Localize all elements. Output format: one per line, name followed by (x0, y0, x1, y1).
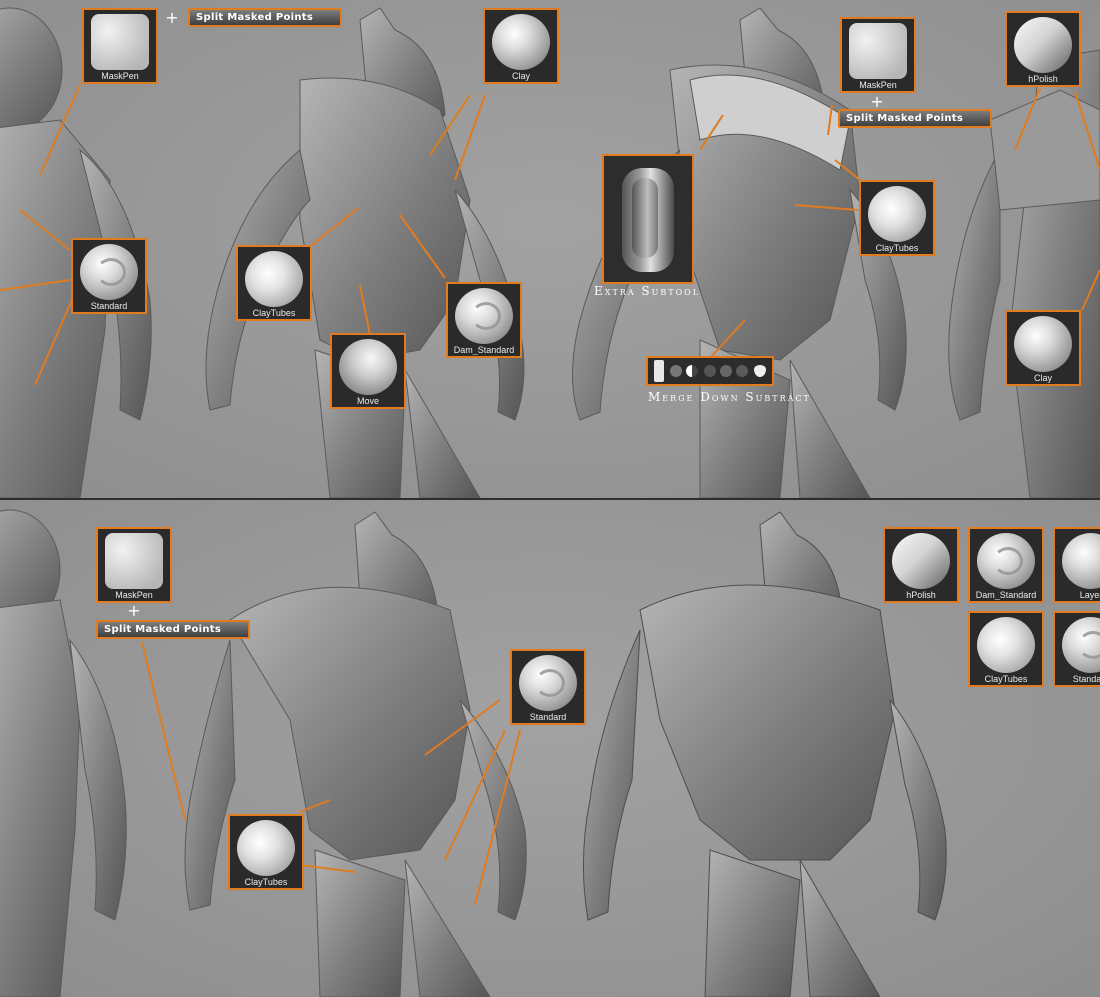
hpolish-brush-icon (1014, 17, 1072, 73)
brush-label: ClayTubes (875, 243, 919, 253)
brush-label: MaskPen (101, 71, 139, 81)
standard-brush-icon (1062, 617, 1100, 673)
subtool-swatch-icon (654, 360, 664, 382)
brush-label: Dam_Standard (453, 345, 515, 355)
plus-icon: + (870, 92, 884, 111)
brush-claytubes[interactable]: ClayTubes (236, 245, 312, 321)
brush-dam-standard[interactable]: Dam_Standard (968, 527, 1044, 603)
claytubes-brush-icon (245, 251, 303, 307)
split-masked-points-button[interactable]: Split Masked Points (96, 620, 250, 639)
maskpen-icon (91, 14, 149, 70)
brush-label: MaskPen (115, 590, 153, 600)
brush-label: ClayTubes (252, 308, 296, 318)
brush-standard[interactable]: Standard (510, 649, 586, 725)
extra-subtool-caption: Extra Subtool (594, 284, 701, 298)
brush-label: ClayTubes (984, 674, 1028, 684)
brush-standard[interactable]: Standard (71, 238, 147, 314)
brush-standard[interactable]: Standard (1053, 611, 1100, 687)
merge-down-subtract-toolbar[interactable] (646, 356, 774, 386)
brush-label: ClayTubes (244, 877, 288, 887)
brush-clay[interactable]: Clay (483, 8, 559, 84)
brush-maskpen[interactable]: MaskPen (96, 527, 172, 603)
brush-label: Clay (511, 71, 530, 81)
layer-brush-icon (1062, 533, 1100, 589)
subtract-mode-icon[interactable] (686, 365, 698, 377)
split-masked-points-button[interactable]: Split Masked Points (188, 8, 342, 27)
dam-standard-brush-icon (455, 288, 513, 344)
brush-hpolish[interactable]: hPolish (1005, 11, 1081, 87)
maskpen-icon (849, 23, 907, 79)
brush-maskpen[interactable]: MaskPen (840, 17, 916, 93)
brush-mode-icon[interactable] (736, 365, 748, 377)
hpolish-brush-icon (892, 533, 950, 589)
brush-label: MaskPen (859, 80, 897, 90)
bottom-panel: MaskPen + Split Masked Points ClayTubes … (0, 500, 1100, 997)
claytubes-brush-icon (237, 820, 295, 876)
maskpen-icon (105, 533, 163, 589)
brush-claytubes[interactable]: ClayTubes (228, 814, 304, 890)
brush-label: Standard (529, 712, 567, 722)
move-brush-icon (339, 339, 397, 395)
plus-icon: + (127, 601, 141, 620)
brush-label: Clay (1033, 373, 1052, 383)
standard-brush-icon (80, 244, 138, 300)
brush-hpolish[interactable]: hPolish (883, 527, 959, 603)
union-mode-icon[interactable] (704, 365, 716, 377)
brush-label: hPolish (906, 590, 936, 600)
claytubes-brush-icon (977, 617, 1035, 673)
brush-claytubes[interactable]: ClayTubes (859, 180, 935, 256)
visibility-eye-icon[interactable] (754, 365, 766, 377)
intersect-mode-icon[interactable] (720, 365, 732, 377)
brush-label: Dam_Standard (975, 590, 1037, 600)
clay-brush-icon (1014, 316, 1072, 372)
standard-brush-icon (519, 655, 577, 711)
brush-dam-standard[interactable]: Dam_Standard (446, 282, 522, 358)
claytubes-brush-icon (868, 186, 926, 242)
merge-down-subtract-caption: Merge Down Subtract (648, 390, 811, 404)
brush-label: Move (356, 396, 379, 406)
add-mode-icon[interactable] (670, 365, 682, 377)
brush-label: Standard (1072, 674, 1100, 684)
clay-brush-icon (492, 14, 550, 70)
brush-label: hPolish (1028, 74, 1058, 84)
brush-label: Layer (1079, 590, 1100, 600)
brush-move[interactable]: Move (330, 333, 406, 409)
brush-layer[interactable]: Layer (1053, 527, 1100, 603)
subtool-pill-icon (622, 168, 674, 272)
brush-clay[interactable]: Clay (1005, 310, 1081, 386)
top-panel: MaskPen + Split Masked Points Standard C… (0, 0, 1100, 498)
dam-standard-brush-icon (977, 533, 1035, 589)
extra-subtool-preview (602, 154, 694, 284)
plus-icon: + (165, 8, 179, 27)
split-masked-points-button[interactable]: Split Masked Points (838, 109, 992, 128)
brush-maskpen[interactable]: MaskPen (82, 8, 158, 84)
brush-label: Standard (90, 301, 128, 311)
brush-claytubes[interactable]: ClayTubes (968, 611, 1044, 687)
